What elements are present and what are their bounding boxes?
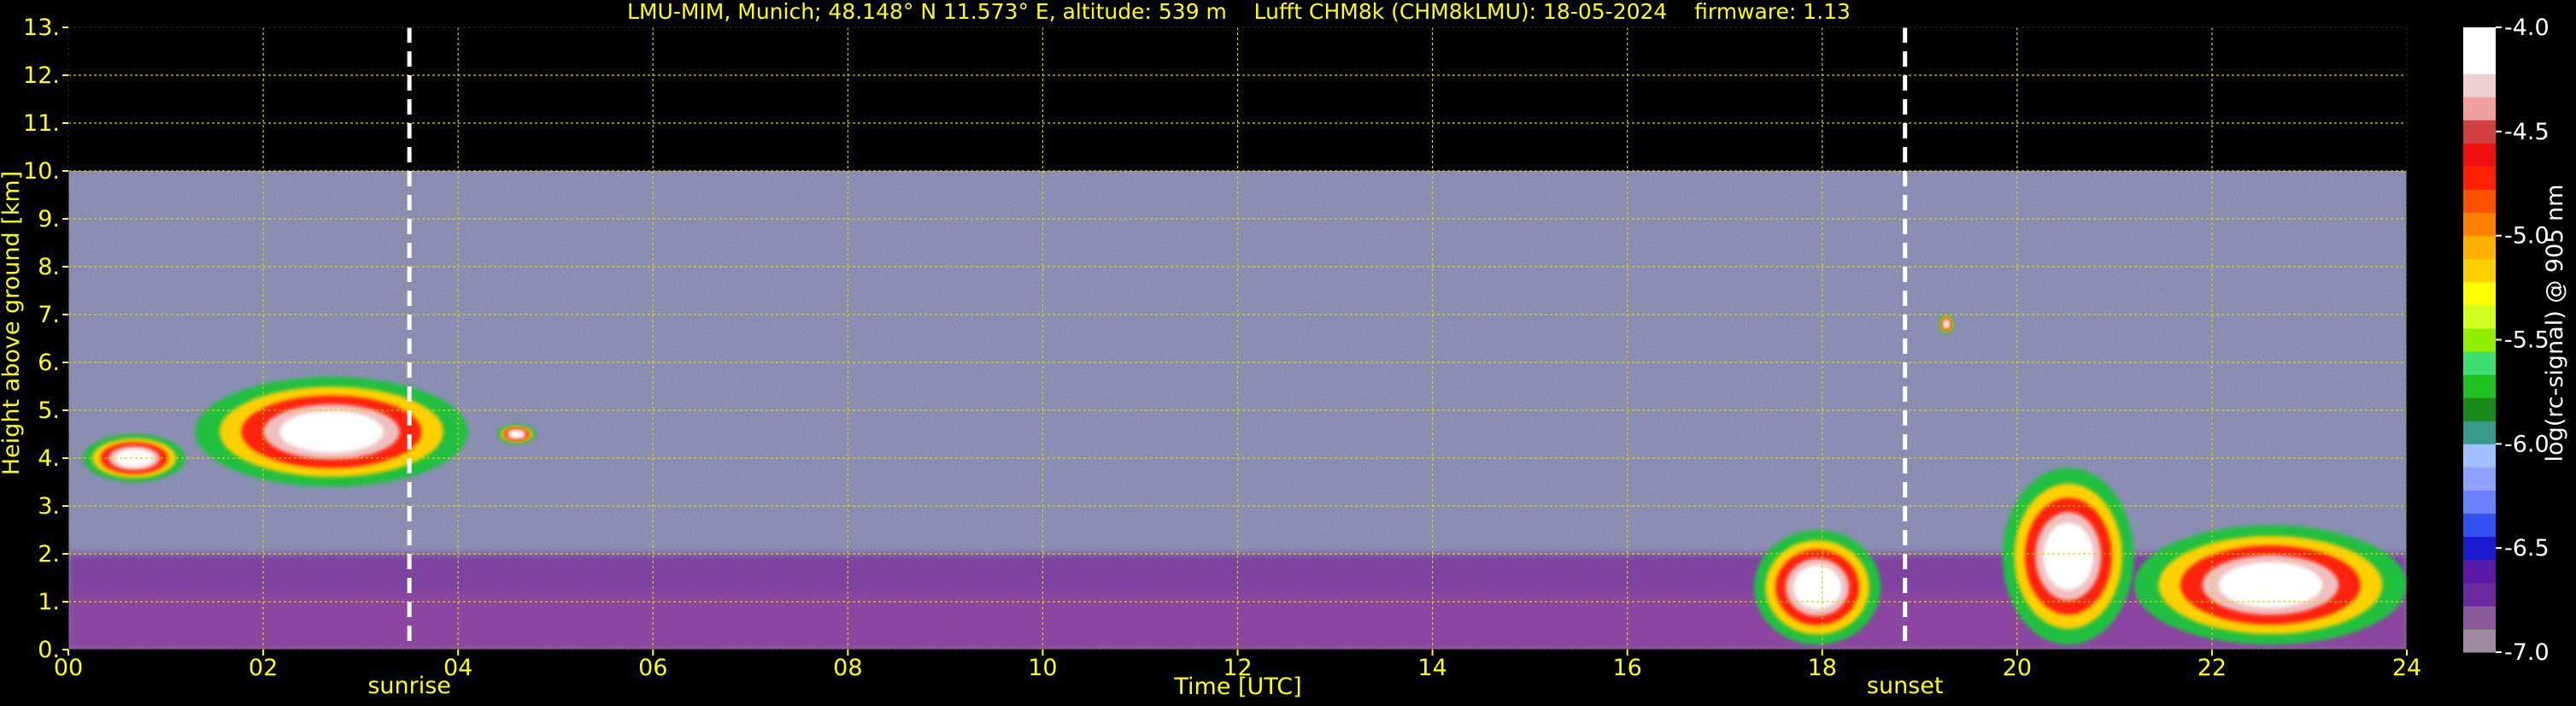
colorbar-segment bbox=[2463, 628, 2496, 653]
colorbar-segment bbox=[2463, 374, 2496, 398]
cloud-layer-4 bbox=[2218, 562, 2323, 609]
colorbar-segment bbox=[2463, 27, 2496, 51]
colorbar-segment bbox=[2463, 258, 2496, 283]
y-tick-label: 5. bbox=[38, 397, 60, 424]
colorbar-tick-label: -4.5 bbox=[2504, 119, 2550, 145]
colorbar-segment bbox=[2463, 327, 2496, 352]
y-tick-label: 3. bbox=[38, 493, 60, 520]
y-tick-label: 10. bbox=[23, 158, 60, 185]
colorbar-segment bbox=[2463, 467, 2496, 491]
colorbar-segment bbox=[2463, 97, 2496, 121]
x-tick-label: 22 bbox=[2198, 655, 2227, 681]
chart-title: LMU-MIM, Munich; 48.148° N 11.573° E, al… bbox=[627, 0, 1851, 24]
y-tick-label: 11. bbox=[23, 110, 60, 137]
colorbar-segment bbox=[2463, 120, 2496, 144]
colorbar-segment bbox=[2463, 50, 2496, 74]
y-tick-label: 1. bbox=[38, 589, 60, 615]
colorbar-segment bbox=[2463, 397, 2496, 421]
cloud-3 bbox=[496, 424, 537, 444]
colorbar-segment bbox=[2463, 304, 2496, 329]
x-tick-label: 18 bbox=[1808, 655, 1837, 681]
y-tick-label: 13. bbox=[23, 15, 60, 41]
x-tick-label: 08 bbox=[833, 655, 862, 681]
colorbar-segment bbox=[2463, 281, 2496, 306]
x-axis-label: Time [UTC] bbox=[1173, 674, 1301, 700]
y-tick-label: 12. bbox=[23, 62, 60, 89]
colorbar-segment bbox=[2463, 235, 2496, 260]
x-tick-label: 24 bbox=[2392, 655, 2421, 681]
sunset-label: sunset bbox=[1867, 673, 1944, 699]
colorbar-segment bbox=[2463, 513, 2496, 538]
x-tick-label: 14 bbox=[1417, 655, 1446, 681]
ceilometer-chart: sunrise sunset 00 02 04 06 08 10 12 14 16 18 20 22 24… bbox=[0, 0, 2576, 706]
y-axis-label: Height above ground [km] bbox=[0, 171, 25, 475]
colorbar-tick-label: -7.0 bbox=[2504, 639, 2550, 666]
cloud-layer-4 bbox=[2043, 522, 2093, 591]
cloud-4 bbox=[1753, 530, 1881, 645]
colorbar-segment bbox=[2463, 582, 2496, 607]
y-tick-label: 0. bbox=[38, 637, 60, 663]
y-tick-label: 4. bbox=[38, 445, 60, 472]
cloud-1 bbox=[83, 434, 185, 482]
sunrise-label: sunrise bbox=[367, 673, 451, 699]
x-tick-label: 04 bbox=[443, 655, 472, 681]
cloud-layer-4 bbox=[1943, 320, 1950, 328]
x-tick-label: 06 bbox=[638, 655, 667, 681]
cloud-layer-4 bbox=[279, 410, 384, 453]
x-tick-label: 10 bbox=[1028, 655, 1057, 681]
colorbar-segment bbox=[2463, 74, 2496, 97]
y-tick-label: 8. bbox=[38, 254, 60, 280]
colorbar-segment bbox=[2463, 444, 2496, 468]
colorbar-segment bbox=[2463, 421, 2496, 444]
cloud-layer-4 bbox=[1793, 565, 1842, 609]
colorbar-segment bbox=[2463, 605, 2496, 630]
cloud-layer-4 bbox=[508, 430, 525, 438]
colorbar-segment bbox=[2463, 559, 2496, 584]
colorbar-segment bbox=[2463, 166, 2496, 191]
colorbar-tick-label: -6.5 bbox=[2504, 535, 2550, 562]
colorbar-segment bbox=[2463, 351, 2496, 375]
colorbar-tick-label: -4.0 bbox=[2504, 15, 2550, 41]
cloud-6 bbox=[2133, 525, 2407, 645]
colorbar-segment bbox=[2463, 536, 2496, 561]
y-tick-label: 6. bbox=[38, 350, 60, 376]
colorbar-segment bbox=[2463, 212, 2496, 237]
cloud-2 bbox=[195, 376, 468, 487]
x-tick-label: 02 bbox=[249, 655, 278, 681]
cloud-7 bbox=[1939, 315, 1954, 334]
colorbar-segment bbox=[2463, 490, 2496, 515]
y-tick-label: 9. bbox=[38, 206, 60, 232]
y-tick-label: 2. bbox=[38, 541, 60, 568]
y-tick-label: 7. bbox=[38, 302, 60, 328]
x-tick-label: 20 bbox=[2003, 655, 2032, 681]
colorbar-label: log(rc-signal) @ 905 nm bbox=[2542, 185, 2568, 462]
cloud-5 bbox=[2002, 468, 2134, 645]
x-tick-label: 16 bbox=[1612, 655, 1641, 681]
colorbar-segment bbox=[2463, 189, 2496, 214]
colorbar-segment bbox=[2463, 143, 2496, 167]
